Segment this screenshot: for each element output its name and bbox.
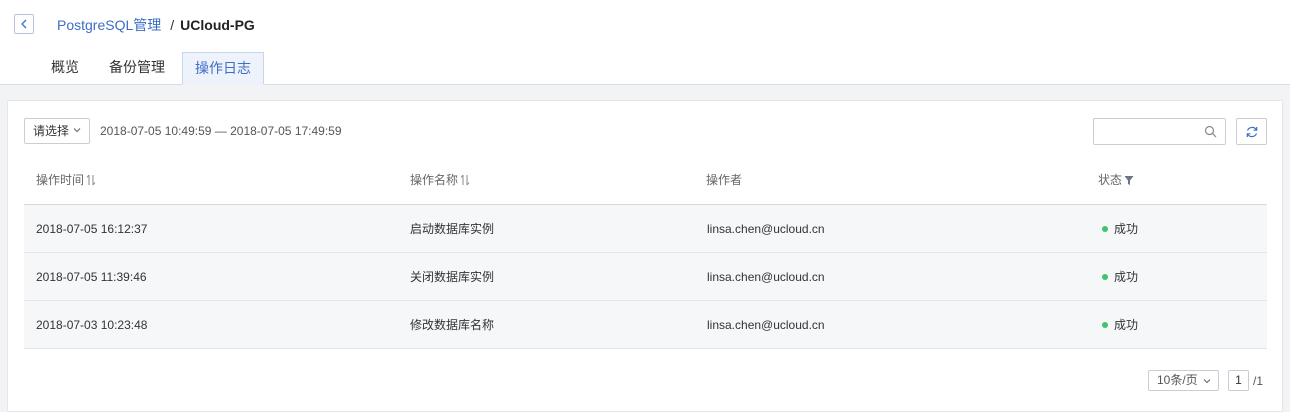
cell-time: 2018-07-03 10:23:48	[36, 318, 148, 332]
column-header-time[interactable]: 操作时间	[36, 173, 96, 187]
page-size-label: 10条/页	[1157, 373, 1198, 387]
status-dot-icon	[1102, 322, 1108, 328]
page-size-select[interactable]: 10条/页	[1148, 370, 1219, 391]
status-select-label: 请选择	[33, 124, 70, 138]
tab-overview[interactable]: 概览	[38, 52, 92, 84]
back-arrow-icon	[21, 19, 27, 29]
status-text: 成功	[1114, 270, 1139, 284]
column-header-operator: 操作者	[706, 173, 742, 187]
column-header-status[interactable]: 状态	[1098, 173, 1134, 187]
date-range-picker[interactable]: 2018-07-05 10:49:59 — 2018-07-05 17:49:5…	[100, 124, 342, 138]
total-pages: /1	[1253, 374, 1264, 388]
column-header-time-label: 操作时间	[36, 173, 85, 187]
chevron-down-icon	[73, 128, 81, 133]
sort-icon[interactable]	[86, 174, 96, 186]
back-button[interactable]	[14, 14, 34, 34]
cell-name: 启动数据库实例	[410, 222, 495, 236]
status-text: 成功	[1114, 318, 1139, 332]
cell-status: 成功	[1102, 270, 1138, 284]
cell-operator: linsa.chen@ucloud.cn	[707, 222, 825, 236]
cell-status: 成功	[1102, 318, 1138, 332]
column-header-name[interactable]: 操作名称	[410, 173, 470, 187]
status-select[interactable]: 请选择	[24, 118, 90, 144]
refresh-button[interactable]	[1236, 118, 1267, 145]
column-header-operator-label: 操作者	[706, 173, 743, 187]
search-input[interactable]	[1100, 119, 1204, 145]
breadcrumb-parent-link[interactable]: PostgreSQL管理	[57, 17, 161, 33]
page-header: PostgreSQL管理 / UCloud-PG 概览 备份管理 操作日志	[0, 0, 1290, 85]
cell-name: 修改数据库名称	[410, 318, 495, 332]
chevron-down-icon	[1203, 379, 1211, 384]
sort-icon[interactable]	[460, 174, 470, 186]
cell-time: 2018-07-05 16:12:37	[36, 222, 148, 236]
refresh-icon	[1246, 126, 1257, 137]
column-header-status-label: 状态	[1098, 173, 1123, 187]
tab-backup-management[interactable]: 备份管理	[98, 52, 176, 84]
cell-name: 关闭数据库实例	[410, 270, 495, 284]
breadcrumb-current: UCloud-PG	[180, 17, 255, 33]
status-text: 成功	[1114, 222, 1139, 236]
cell-time: 2018-07-05 11:39:46	[36, 270, 147, 284]
cell-operator: linsa.chen@ucloud.cn	[707, 270, 825, 284]
current-page-input[interactable]: 1	[1228, 370, 1249, 391]
filter-icon[interactable]	[1124, 175, 1134, 186]
operation-log-panel: 请选择 2018-07-05 10:49:59 — 2018-07-05 17:…	[7, 100, 1283, 412]
status-dot-icon	[1102, 226, 1108, 232]
column-header-name-label: 操作名称	[410, 173, 459, 187]
search-icon[interactable]	[1204, 125, 1217, 138]
status-dot-icon	[1102, 274, 1108, 280]
search-box	[1093, 118, 1226, 145]
cell-status: 成功	[1102, 222, 1138, 236]
tab-operation-log[interactable]: 操作日志	[182, 52, 264, 85]
table-row[interactable]: 2018-07-05 16:12:37 启动数据库实例 linsa.chen@u…	[24, 205, 1267, 253]
cell-operator: linsa.chen@ucloud.cn	[707, 318, 825, 332]
breadcrumb: PostgreSQL管理 / UCloud-PG	[57, 16, 255, 34]
table-row[interactable]: 2018-07-03 10:23:48 修改数据库名称 linsa.chen@u…	[24, 301, 1267, 349]
breadcrumb-separator: /	[170, 17, 175, 33]
table-row[interactable]: 2018-07-05 11:39:46 关闭数据库实例 linsa.chen@u…	[24, 253, 1267, 301]
